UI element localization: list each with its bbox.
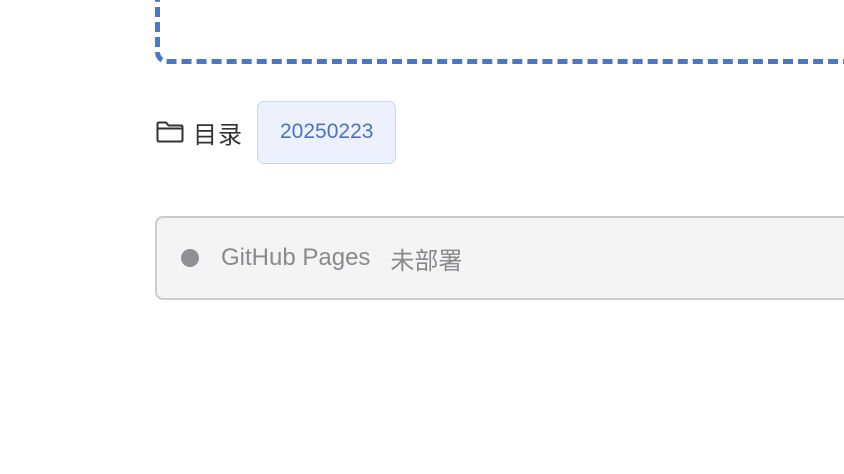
directory-chip[interactable]: 20250223 <box>257 100 397 164</box>
upload-dropzone[interactable] <box>155 0 844 64</box>
directory-label: 目录 <box>193 121 243 149</box>
status-value: 未部署 <box>390 247 463 275</box>
directory-row: 目录 20250223 <box>155 100 397 164</box>
page: 目录 20250223 GitHub Pages 未部署 <box>0 0 844 474</box>
deploy-status-box: GitHub Pages 未部署 <box>155 216 844 300</box>
status-service-label: GitHub Pages <box>221 244 371 271</box>
folder-icon <box>155 120 185 144</box>
status-indicator-dot <box>181 249 199 267</box>
